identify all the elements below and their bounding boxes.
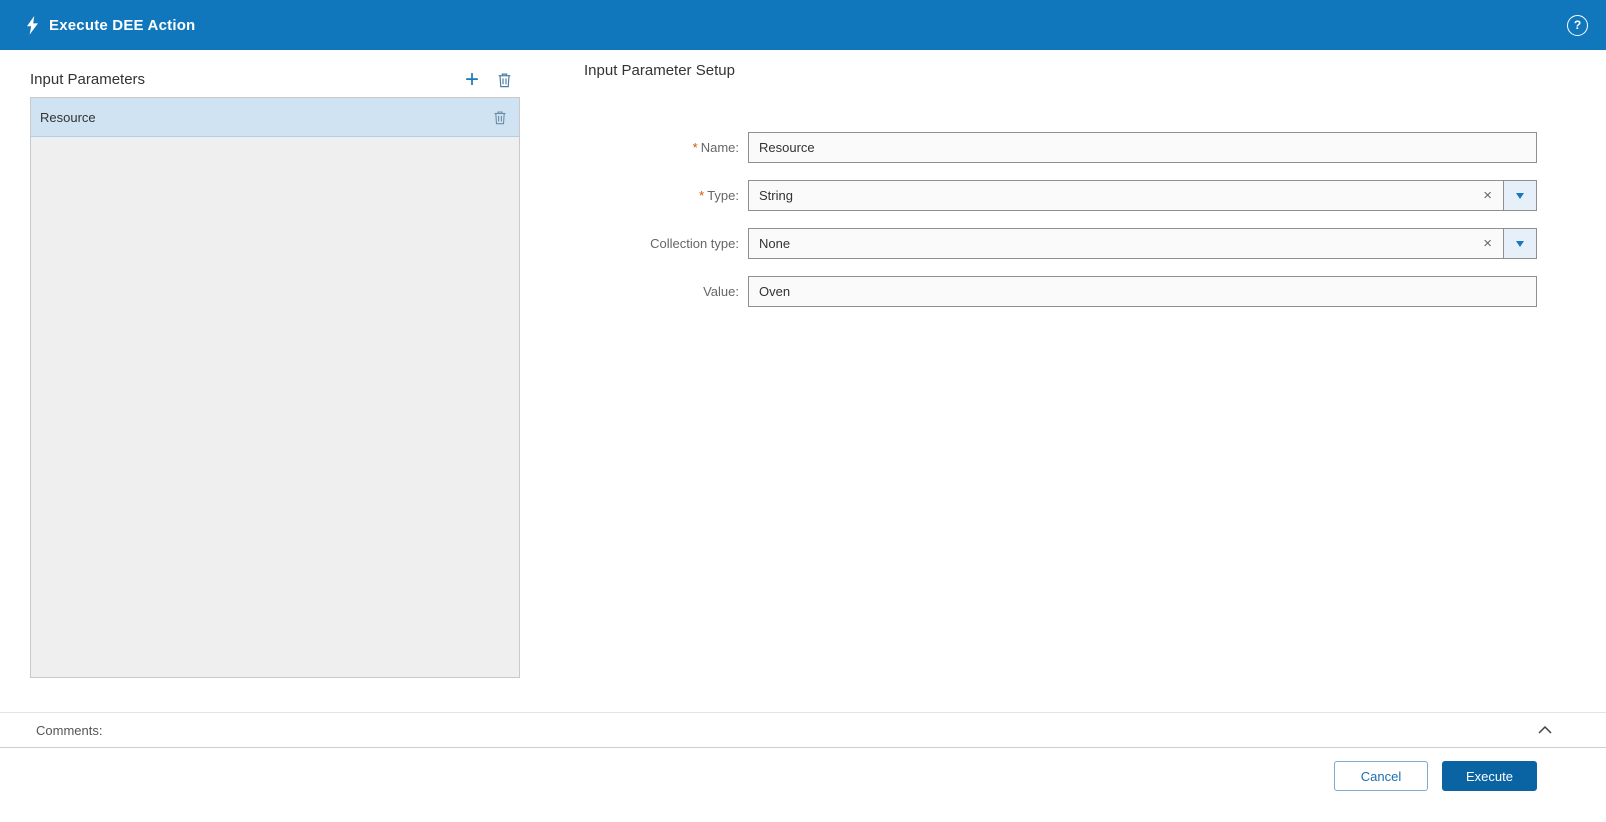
setup-title: Input Parameter Setup bbox=[584, 62, 735, 79]
required-marker: * bbox=[692, 140, 698, 155]
value-row: Value: bbox=[584, 276, 1537, 307]
collection-type-input[interactable] bbox=[749, 229, 1473, 258]
collection-type-field: × bbox=[748, 228, 1537, 259]
name-row: * Name: bbox=[584, 132, 1537, 163]
add-parameter-button[interactable]: + bbox=[465, 67, 479, 91]
name-input[interactable] bbox=[749, 133, 1536, 162]
value-input[interactable] bbox=[749, 277, 1536, 306]
collection-type-dropdown-button[interactable] bbox=[1503, 229, 1536, 258]
list-item-label: Resource bbox=[40, 109, 96, 125]
help-icon[interactable]: ? bbox=[1567, 14, 1588, 36]
input-parameters-panel: Input Parameters + Resource bbox=[30, 62, 520, 678]
parameters-toolbar: Input Parameters + bbox=[30, 62, 520, 97]
execute-button[interactable]: Execute bbox=[1442, 761, 1537, 791]
parameter-list: Resource bbox=[30, 97, 520, 678]
caret-down-icon bbox=[1516, 192, 1524, 199]
collection-type-row: Collection type: × bbox=[584, 228, 1537, 259]
name-label: * Name: bbox=[692, 140, 739, 155]
collapse-comments-button[interactable] bbox=[1538, 726, 1552, 734]
dialog-title: Execute DEE Action bbox=[49, 16, 196, 34]
clear-icon[interactable]: × bbox=[1472, 181, 1503, 210]
comments-bar: Comments: bbox=[0, 712, 1606, 748]
name-field bbox=[748, 132, 1537, 163]
lightning-icon bbox=[26, 15, 39, 35]
type-input[interactable] bbox=[749, 181, 1473, 210]
input-parameter-setup-panel: Input Parameter Setup *Name: *Type: × Co… bbox=[584, 62, 1537, 324]
dialog-header: Execute DEE Action ? bbox=[0, 0, 1606, 50]
type-row: *Type: × bbox=[584, 180, 1537, 211]
delete-parameter-button[interactable] bbox=[497, 72, 512, 88]
list-item[interactable]: Resource bbox=[31, 98, 519, 137]
type-label: * Type: bbox=[699, 188, 739, 203]
required-marker: * bbox=[699, 188, 705, 203]
value-field bbox=[748, 276, 1537, 307]
input-parameters-title: Input Parameters bbox=[30, 71, 146, 88]
value-label: Value: bbox=[703, 284, 739, 299]
cancel-button[interactable]: Cancel bbox=[1334, 761, 1428, 791]
clear-icon[interactable]: × bbox=[1472, 229, 1503, 258]
comments-label: Comments: bbox=[36, 722, 103, 738]
delete-row-button[interactable] bbox=[493, 110, 507, 125]
trash-icon bbox=[498, 73, 511, 87]
trash-icon bbox=[494, 110, 506, 124]
collection-type-label: Collection type: bbox=[650, 236, 739, 251]
caret-down-icon bbox=[1516, 240, 1524, 247]
chevron-up-icon bbox=[1538, 726, 1552, 734]
type-dropdown-button[interactable] bbox=[1503, 181, 1536, 210]
type-field: × bbox=[748, 180, 1537, 211]
